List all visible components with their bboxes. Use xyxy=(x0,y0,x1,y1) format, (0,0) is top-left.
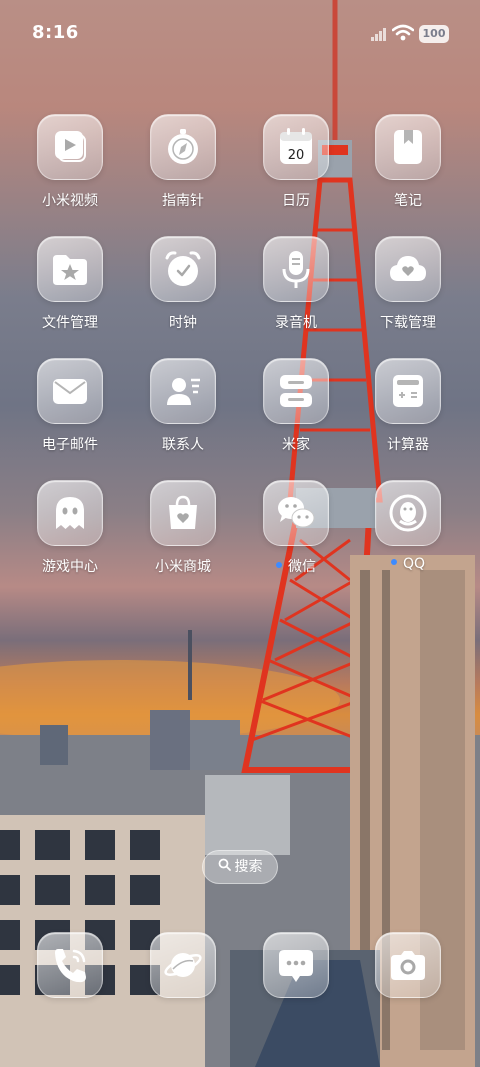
search-icon xyxy=(218,851,231,883)
app-download-manager[interactable]: 下载管理 xyxy=(358,236,458,336)
dock-camera[interactable] xyxy=(358,932,458,1002)
qq-penguin-icon xyxy=(389,494,427,532)
status-bar: 8:16 100 xyxy=(0,0,480,68)
mail-icon xyxy=(53,379,87,404)
calculator-icon xyxy=(393,375,423,407)
compass-icon xyxy=(168,129,198,164)
camera-icon xyxy=(391,951,425,980)
battery-indicator: 100 xyxy=(419,25,449,43)
mihome-icon xyxy=(280,375,312,407)
app-label: 指南针 xyxy=(162,193,204,209)
video-icon xyxy=(55,131,86,162)
contact-icon xyxy=(167,378,200,405)
calendar-date: 20 xyxy=(288,148,305,163)
app-label: 微信 xyxy=(288,559,316,575)
app-label: 文件管理 xyxy=(42,315,98,331)
app-game-center[interactable]: 游戏中心 xyxy=(20,480,120,580)
app-qq[interactable]: QQ xyxy=(358,480,458,580)
microphone-icon xyxy=(282,251,310,288)
app-clock[interactable]: 时钟 xyxy=(133,236,233,336)
app-label: 日历 xyxy=(282,193,310,209)
app-calendar[interactable]: 20 日历 xyxy=(246,114,346,214)
app-label: 联系人 xyxy=(162,437,204,453)
app-contacts[interactable]: 联系人 xyxy=(133,358,233,458)
app-label: 小米视频 xyxy=(42,193,98,209)
app-notes[interactable]: 笔记 xyxy=(358,114,458,214)
dock-browser[interactable] xyxy=(133,932,233,1002)
notification-dot xyxy=(390,559,397,565)
cellular-signal-icon xyxy=(371,28,386,41)
app-xiaomi-store[interactable]: 小米商城 xyxy=(133,480,233,580)
app-label: 游戏中心 xyxy=(42,559,98,575)
dock-messages[interactable] xyxy=(246,932,346,1002)
app-label-with-dot: 微信 xyxy=(246,556,346,576)
app-email[interactable]: 电子邮件 xyxy=(20,358,120,458)
shopping-bag-icon xyxy=(169,495,197,529)
wechat-icon xyxy=(278,497,315,528)
app-label: 米家 xyxy=(282,437,310,453)
folder-star-icon xyxy=(53,255,87,285)
app-label: 下载管理 xyxy=(380,315,436,331)
app-label: 电子邮件 xyxy=(42,437,98,453)
notification-dot xyxy=(276,562,282,568)
message-icon xyxy=(279,950,313,982)
app-label: 录音机 xyxy=(275,315,317,331)
search-label: 搜索 xyxy=(234,859,263,875)
status-time: 8:16 xyxy=(32,22,79,43)
app-mihome[interactable]: 米家 xyxy=(246,358,346,458)
app-label: 笔记 xyxy=(394,193,422,209)
browser-planet-icon xyxy=(164,953,202,977)
clock-icon xyxy=(165,251,201,286)
notes-icon xyxy=(394,130,422,164)
app-wechat[interactable]: 微信 xyxy=(246,480,346,580)
ghost-icon xyxy=(56,497,84,529)
phone-icon xyxy=(55,949,86,983)
app-calculator[interactable]: 计算器 xyxy=(358,358,458,458)
dock-phone[interactable] xyxy=(20,932,120,1002)
calendar-icon: 20 xyxy=(280,128,312,164)
app-xiaomi-video[interactable]: 小米视频 xyxy=(20,114,120,214)
app-file-manager[interactable]: 文件管理 xyxy=(20,236,120,336)
app-recorder[interactable]: 录音机 xyxy=(246,236,346,336)
app-label: 时钟 xyxy=(169,315,197,331)
app-compass[interactable]: 指南针 xyxy=(133,114,233,214)
search-button[interactable]: 搜索 xyxy=(202,850,278,884)
app-label: QQ xyxy=(402,556,426,572)
app-label: 小米商城 xyxy=(155,559,211,575)
wifi-icon xyxy=(392,24,414,41)
app-label: 计算器 xyxy=(387,437,429,453)
cloud-heart-icon xyxy=(390,256,426,281)
app-label-with-dot: QQ xyxy=(358,556,458,572)
